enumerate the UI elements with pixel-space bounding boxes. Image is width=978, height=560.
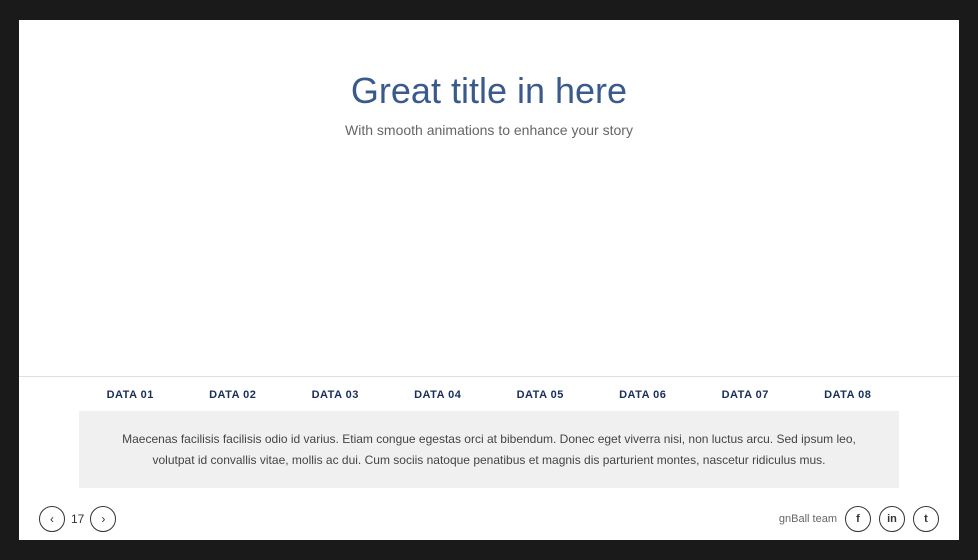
facebook-button[interactable]: f [845,506,871,532]
nav-controls: ‹ 17 › [39,506,116,532]
twitter-button[interactable]: t [913,506,939,532]
description-text: Maecenas facilisis facilisis odio id var… [119,429,859,470]
data-tab-6[interactable]: DATA 06 [609,389,676,401]
data-tab-1[interactable]: DATA 01 [97,389,164,401]
data-tab-7[interactable]: DATA 07 [712,389,779,401]
data-tab-5[interactable]: DATA 05 [507,389,574,401]
prev-button[interactable]: ‹ [39,506,65,532]
main-content: Great title in here With smooth animatio… [19,20,959,376]
next-button[interactable]: › [90,506,116,532]
slide: Great title in here With smooth animatio… [19,20,959,540]
data-tabs-row: DATA 01 DATA 02 DATA 03 DATA 04 DATA 05 DATA … [19,376,959,401]
main-subtitle: With smooth animations to enhance your s… [345,122,633,138]
data-tab-3[interactable]: DATA 03 [302,389,369,401]
description-box: Maecenas facilisis facilisis odio id var… [79,411,899,488]
page-number: 17 [71,512,84,526]
footer-right: gnBall team f in t [779,506,939,532]
main-title: Great title in here [351,70,627,112]
footer: ‹ 17 › gnBall team f in t [19,498,959,540]
data-tab-4[interactable]: DATA 04 [404,389,471,401]
data-tab-8[interactable]: DATA 08 [814,389,881,401]
linkedin-button[interactable]: in [879,506,905,532]
brand-text: gnBall team [779,513,837,525]
data-tab-2[interactable]: DATA 02 [199,389,266,401]
